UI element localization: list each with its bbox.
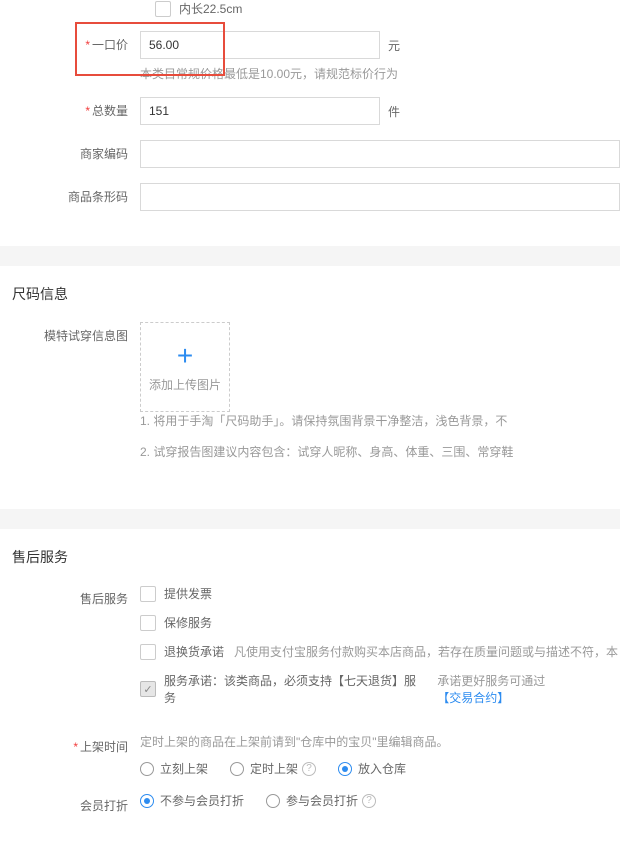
member-discount-label: 会员打折 <box>0 792 140 820</box>
quantity-label: *总数量 <box>0 97 140 125</box>
warranty-checkbox[interactable] <box>140 615 156 631</box>
price-label: *一口价 <box>0 31 140 59</box>
quantity-unit: 件 <box>388 103 400 120</box>
return-hint: 凡使用支付宝服务付款购买本店商品，若存在质量问题或与描述不符，本 <box>234 643 618 660</box>
return-checkbox[interactable] <box>140 644 156 660</box>
discount-no-radio[interactable]: 不参与会员打折 <box>140 792 244 809</box>
size-section-title: 尺码信息 <box>0 266 620 322</box>
invoice-label: 提供发票 <box>164 585 212 602</box>
shelf-time-label: *上架时间 <box>0 733 140 761</box>
aftersales-label: 售后服务 <box>0 585 140 613</box>
shelf-scheduled-radio[interactable]: 定时上架 ? <box>230 760 316 777</box>
radio-icon <box>266 794 280 808</box>
trade-contract-link[interactable]: 【交易合约】 <box>437 691 509 705</box>
radio-icon <box>338 762 352 776</box>
spec-checkbox[interactable] <box>155 1 171 17</box>
merchant-code-input[interactable] <box>140 140 620 168</box>
shelf-now-radio[interactable]: 立刻上架 <box>140 760 208 777</box>
warranty-label: 保修服务 <box>164 614 212 631</box>
plus-icon: + <box>177 342 193 370</box>
quantity-input[interactable] <box>140 97 380 125</box>
upload-image-box[interactable]: + 添加上传图片 <box>140 322 230 412</box>
price-input[interactable] <box>140 31 380 59</box>
price-hint: 本类目常规价格最低是10.00元，请规范标价行为 <box>140 65 620 82</box>
merchant-code-label: 商家编码 <box>0 140 140 168</box>
upload-text: 添加上传图片 <box>149 376 221 393</box>
spec-checkbox-row: 内长22.5cm <box>0 0 620 17</box>
help-icon[interactable]: ? <box>362 794 376 808</box>
service-promise-hint: 承诺更好服务可通过 【交易合约】 <box>437 672 620 706</box>
radio-icon <box>140 762 154 776</box>
price-unit: 元 <box>388 37 400 54</box>
return-label: 退换货承诺 <box>164 643 224 660</box>
spec-checkbox-label: 内长22.5cm <box>179 0 242 17</box>
help-icon[interactable]: ? <box>302 762 316 776</box>
barcode-input[interactable] <box>140 183 620 211</box>
shelf-hint: 定时上架的商品在上架前请到"仓库中的宝贝"里编辑商品。 <box>140 733 620 750</box>
model-hints: 1. 将用于手淘「尺码助手」。请保持氛围背景干净整洁，浅色背景，不 2. 试穿报… <box>140 412 513 474</box>
shelf-warehouse-radio[interactable]: 放入仓库 <box>338 760 406 777</box>
radio-icon <box>140 794 154 808</box>
service-promise-label: 服务承诺：该类商品，必须支持【七天退货】服务 <box>164 672 427 706</box>
barcode-label: 商品条形码 <box>0 183 140 211</box>
aftersales-section-title: 售后服务 <box>0 529 620 585</box>
service-promise-checkbox[interactable] <box>140 681 156 697</box>
model-info-label: 模特试穿信息图 <box>0 322 140 350</box>
discount-yes-radio[interactable]: 参与会员打折 ? <box>266 792 376 809</box>
invoice-checkbox[interactable] <box>140 586 156 602</box>
radio-icon <box>230 762 244 776</box>
